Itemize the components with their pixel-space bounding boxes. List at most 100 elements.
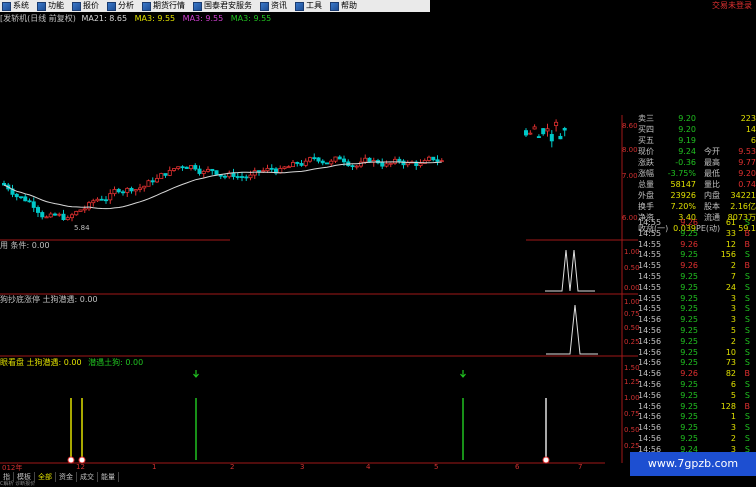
candle-body [299, 163, 304, 166]
tick-v: 3 [730, 293, 736, 303]
candle-body [31, 201, 36, 208]
candle-body [91, 200, 96, 204]
tick-row[interactable]: 14:55 9.26 61 S [638, 218, 756, 229]
candle-body [367, 157, 372, 163]
kline-chart[interactable] [0, 0, 638, 472]
tick-d: S [744, 433, 750, 443]
low-price-label: 5.84 [74, 224, 90, 232]
tick-t: 14:55 [638, 218, 662, 227]
tick-row[interactable]: 14:55 9.26 12 B [638, 240, 756, 251]
candle-body [558, 135, 563, 140]
tick-row[interactable]: 14:55 9.25 3 S [638, 304, 756, 315]
tick-row[interactable]: 14:56 9.25 1 S [638, 412, 756, 423]
tick-row[interactable]: 14:56 9.25 6 S [638, 380, 756, 391]
candle-body [87, 202, 92, 210]
ind2-y-axis: 1.00 0.75 0.50 0.25 [624, 294, 640, 356]
tick-row[interactable]: 14:56 9.25 2 S [638, 337, 756, 348]
tick-p: 9.25 [680, 412, 698, 422]
candle-body [286, 166, 291, 169]
tick-row[interactable]: 14:56 9.25 128 B [638, 402, 756, 413]
candle-body [23, 196, 28, 202]
down-arrow-icon [460, 370, 466, 378]
tick-row[interactable]: 14:56 9.25 73 S [638, 358, 756, 369]
candle-body [137, 187, 142, 190]
candle-body [184, 166, 189, 169]
tick-row[interactable]: 14:55 9.25 3 S [638, 294, 756, 305]
candle-body [290, 162, 295, 168]
tick-t: 14:56 [638, 390, 662, 400]
quote-cell: 9.77 [738, 158, 756, 167]
quote-cell: 23926 [670, 191, 696, 200]
ind1-y-axis: 1.00 0.50 0.00 [624, 240, 640, 294]
tick-p: 9.25 [680, 250, 698, 260]
y-tick: 8.60 [622, 122, 638, 130]
tick-v: 2 [730, 261, 736, 271]
tick-row[interactable]: 14:56 9.26 82 B [638, 369, 756, 380]
candle-body [324, 162, 329, 165]
tick-row[interactable]: 14:56 9.25 3 S [638, 423, 756, 434]
candle-body [261, 170, 266, 173]
quote-cell: 买四 [638, 125, 654, 134]
candle-body [99, 198, 104, 201]
quote-cell: 外盘 [638, 191, 654, 200]
candle-body [146, 180, 151, 187]
tick-row[interactable]: 14:55 9.25 156 S [638, 250, 756, 261]
tick-row[interactable]: 14:56 9.25 10 S [638, 348, 756, 359]
tick-p: 9.26 [680, 218, 698, 227]
quote-cell: -0.36 [675, 158, 696, 167]
candle-body [269, 167, 274, 170]
tick-row[interactable]: 14:56 9.25 2 S [638, 434, 756, 445]
candle-body [214, 170, 219, 175]
candle-body [320, 160, 325, 164]
tick-p: 9.25 [680, 401, 698, 411]
tick-row[interactable]: 14:56 9.25 3 S [638, 315, 756, 326]
quote-row: 买五 9.19 6 [638, 135, 756, 146]
x-tick: 2 [230, 463, 235, 471]
tick-d: S [744, 218, 750, 227]
candle-body [524, 130, 529, 136]
candle-body [40, 212, 45, 218]
tick-v: 128 [720, 401, 736, 411]
quote-cell: 现价 [638, 147, 654, 156]
candle-body [426, 156, 431, 161]
quote-cell: 9.19 [678, 136, 696, 145]
quote-cell: 卖三 [638, 114, 654, 123]
quote-cell: 9.20 [678, 125, 696, 134]
tick-v: 61 [725, 218, 736, 227]
quote-cell: 0.74 [738, 180, 756, 189]
tick-t: 14:55 [638, 271, 662, 281]
quote-cell: 9.53 [738, 147, 756, 156]
tick-row[interactable]: 14:55 9.25 33 B [638, 229, 756, 240]
bottom-tab[interactable]: 全部 [35, 472, 56, 482]
quote-cell: 9.20 [678, 114, 696, 123]
bottom-tab[interactable]: 能量 [98, 472, 119, 482]
candle-body [541, 128, 546, 135]
candle-body [282, 166, 287, 169]
tick-p: 9.25 [680, 347, 698, 357]
candle-body [312, 157, 317, 160]
y-tick: 6.00 [622, 214, 638, 222]
candle-body [307, 157, 312, 162]
tick-p: 9.25 [680, 282, 698, 292]
tick-d: B [744, 261, 751, 271]
quote-row: 买四 9.20 14 [638, 124, 756, 135]
tick-list[interactable]: 14:55 9.26 61 S 14:55 9.25 33 B 14:55 9.26 12 B 14:5… [638, 218, 756, 456]
trade-login-status[interactable]: 交易未登录 [712, 0, 752, 12]
tick-p: 9.25 [680, 379, 698, 389]
tick-row[interactable]: 14:55 9.25 7 S [638, 272, 756, 283]
quote-cell: 34221 [730, 191, 756, 200]
bottom-tab[interactable]: 成交 [77, 472, 98, 482]
candle-body [303, 160, 308, 166]
candle-body [210, 168, 215, 172]
bottom-tab[interactable]: 资金 [56, 472, 77, 482]
tick-row[interactable]: 14:56 9.25 5 S [638, 391, 756, 402]
candle-body [142, 185, 147, 189]
tick-row[interactable]: 14:55 9.26 2 B [638, 261, 756, 272]
tick-row[interactable]: 14:55 9.25 24 S [638, 283, 756, 294]
candle-body [180, 166, 185, 169]
tick-row[interactable]: 14:56 9.25 5 S [638, 326, 756, 337]
quote-row: 现价 9.24 今开 9.53 [638, 146, 756, 157]
ind3-label-a: 眼看盘 土狗潜遇: 0.00 [0, 358, 82, 367]
candle-body [65, 217, 70, 220]
tick-v: 10 [725, 347, 736, 357]
